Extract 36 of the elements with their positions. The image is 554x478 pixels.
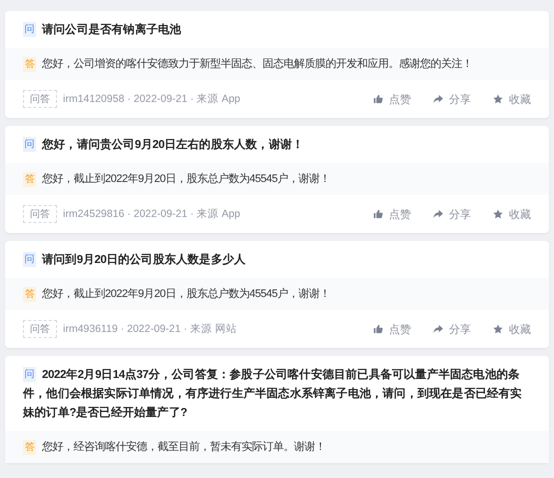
post-meta: irm14120958 · 2022-09-21 · 来源 App [63, 92, 242, 106]
favorite-button[interactable]: 收藏 [493, 322, 531, 336]
answer-text: 您好，经咨询喀什安德，截至目前，暂未有实际订单。谢谢！ [42, 440, 326, 455]
category-tag: 问答 [23, 320, 57, 338]
answer-badge: 答 [23, 440, 36, 454]
answer-badge: 答 [23, 56, 36, 72]
like-button[interactable]: 点赞 [373, 322, 411, 336]
share-arrow-icon [433, 209, 443, 219]
answer-badge: 答 [23, 286, 36, 302]
share-button[interactable]: 分享 [433, 322, 471, 336]
like-button[interactable]: 点赞 [373, 206, 411, 222]
answer-text: 您好，截止到2022年9月20日，股东总户数为45545户，谢谢！ [42, 286, 330, 302]
answer-text: 您好，公司增资的喀什安德致力于新型半固态、固态电解质膜的开发和应用。感谢您的关注！ [42, 56, 472, 72]
post-meta: irm24529816 · 2022-09-21 · 来源 App [63, 207, 242, 221]
answer-badge: 答 [23, 172, 36, 186]
share-button[interactable]: 分享 [433, 92, 471, 106]
share-arrow-icon [433, 94, 443, 104]
answer-text: 您好，截止到2022年9月20日，股东总户数为45545户，谢谢！ [42, 172, 330, 187]
star-icon [493, 94, 503, 104]
favorite-button[interactable]: 收藏 [493, 92, 531, 106]
star-icon [493, 324, 503, 334]
like-button[interactable]: 点赞 [373, 92, 411, 106]
question-text[interactable]: 问 您好，请问贵公司9月20日左右的股东人数，谢谢！ [5, 126, 549, 163]
thumbs-up-icon [373, 94, 383, 104]
thumbs-up-icon [373, 209, 383, 219]
post-meta: irm4936119 · 2022-09-21 · 来源 网站 [63, 322, 238, 336]
question-text[interactable]: 问 2022年2月9日14点37分，公司答复：参股子公司喀什安德目前已具备可以量产半固态电池的条件，他们会根据实际订单情况，有序进行生产半固态水系锌离子电池，请问，到现在是否已经有实妹的订单?是否已经开始量产了? [5, 356, 549, 431]
favorite-button[interactable]: 收藏 [493, 206, 531, 222]
star-icon [493, 209, 503, 219]
thumbs-up-icon [373, 324, 383, 334]
share-arrow-icon [433, 324, 443, 334]
question-text[interactable]: 问 请问到9月20日的公司股东人数是多少人 [5, 241, 549, 278]
share-button[interactable]: 分享 [433, 206, 471, 222]
question-text[interactable]: 问 请问公司是否有钠离子电池 [5, 11, 549, 48]
category-tag: 问答 [23, 205, 57, 223]
category-tag: 问答 [23, 90, 57, 108]
